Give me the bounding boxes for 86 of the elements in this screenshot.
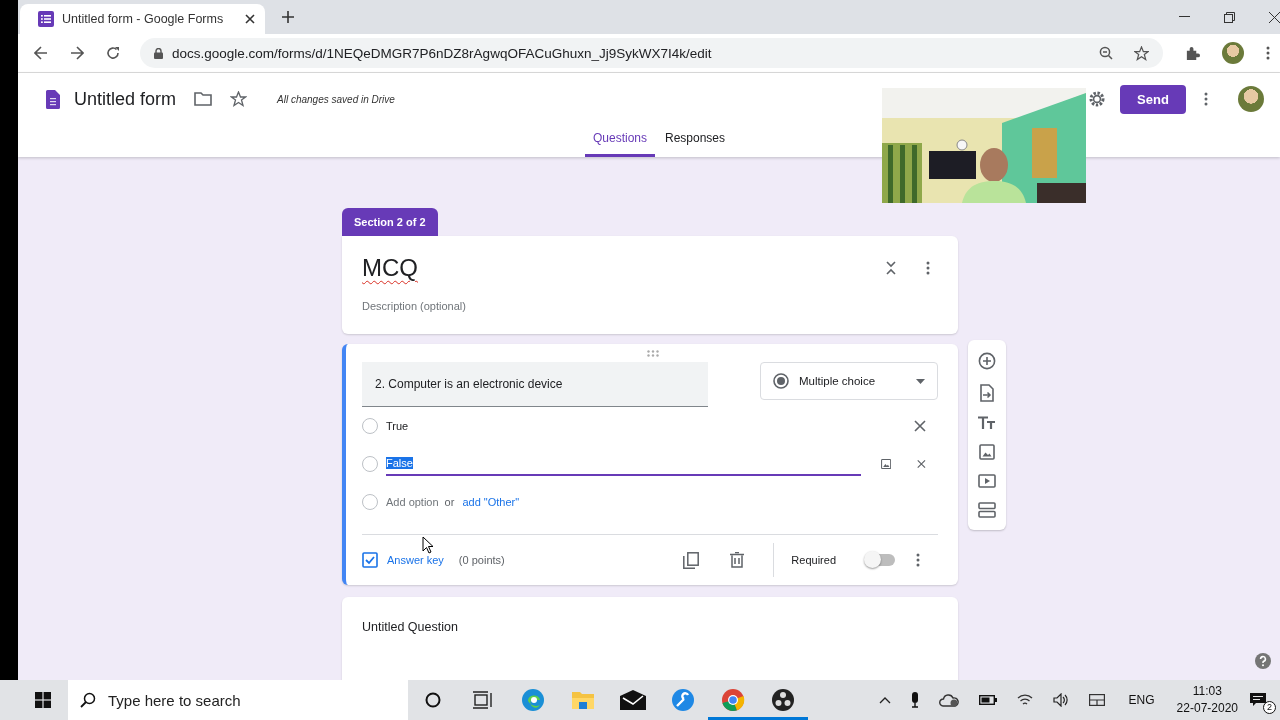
language-indicator[interactable]: ENG xyxy=(1128,693,1155,707)
question-title[interactable]: Untitled Question xyxy=(362,620,458,634)
keyboard-icon[interactable] xyxy=(1088,694,1105,706)
save-status: All changes saved in Drive xyxy=(277,93,395,105)
section-title[interactable]: MCQ xyxy=(362,254,418,282)
forms-icon[interactable] xyxy=(46,89,60,109)
chrome-icon xyxy=(721,688,745,712)
menu-icon[interactable] xyxy=(1266,46,1270,60)
checkbox-icon[interactable] xyxy=(362,552,378,568)
or-text: or xyxy=(444,496,455,508)
folder-icon[interactable] xyxy=(194,92,213,106)
drag-handle-icon[interactable] xyxy=(647,350,659,357)
option-field[interactable]: False xyxy=(386,452,861,476)
add-option-field[interactable]: Add option xyxy=(386,496,439,508)
add-other-link[interactable]: add "Other" xyxy=(462,496,520,508)
forms-icon xyxy=(38,11,54,27)
account-avatar[interactable] xyxy=(1238,86,1264,112)
more-icon[interactable] xyxy=(1204,92,1208,106)
section-icon[interactable] xyxy=(978,502,996,518)
section-badge: Section 2 of 2 xyxy=(342,208,438,236)
clock[interactable]: 11:03 22-07-2020 xyxy=(1176,683,1238,717)
search-icon xyxy=(80,692,96,708)
address-bar[interactable]: docs.google.com/forms/d/1NEQeDMGR7P6nDZ8rAgwqOFACuGhuxn_Jj9SykWX7I4k/edit xyxy=(140,38,1163,68)
answer-key-link[interactable]: Answer key xyxy=(387,554,444,566)
form-title[interactable]: Untitled form xyxy=(74,88,177,110)
remove-icon[interactable] xyxy=(914,420,926,432)
url-text: docs.google.com/forms/d/1NEQeDMGR7P6nDZ8rAgwqOFACuGhuxn_Jj9SykWX7I4k/edit xyxy=(172,45,712,61)
option-field[interactable]: True xyxy=(386,415,888,437)
wifi-icon[interactable] xyxy=(1016,693,1033,707)
remove-icon[interactable] xyxy=(917,458,926,470)
windows-logo-icon[interactable] xyxy=(35,692,51,708)
close-icon[interactable] xyxy=(245,14,255,24)
task-view-icon xyxy=(473,691,493,709)
copy-icon[interactable] xyxy=(683,551,700,569)
help-icon[interactable] xyxy=(1255,653,1271,669)
more-icon[interactable] xyxy=(916,553,920,567)
video-icon[interactable] xyxy=(978,474,996,488)
form-tab[interactable]: Questions xyxy=(584,125,655,157)
cursor-icon xyxy=(422,536,434,554)
add-icon[interactable] xyxy=(978,352,996,370)
close-icon[interactable] xyxy=(1269,11,1280,23)
minimize-icon[interactable] xyxy=(1179,16,1190,18)
profile-avatar[interactable] xyxy=(1222,42,1244,64)
form-tab[interactable]: Responses xyxy=(657,125,734,157)
question-field[interactable]: 2. Computer is an electronic device xyxy=(362,362,708,407)
envelope-icon xyxy=(620,690,646,710)
collapse-icon[interactable] xyxy=(886,261,896,275)
import-icon[interactable] xyxy=(980,384,994,402)
star-icon[interactable] xyxy=(1134,45,1149,61)
circle-icon xyxy=(425,692,441,708)
new-tab-icon[interactable] xyxy=(282,11,294,23)
points-text: (0 points) xyxy=(458,554,505,566)
radio-icon xyxy=(773,373,789,389)
swirl-icon xyxy=(521,688,545,712)
forward-icon[interactable] xyxy=(70,46,84,60)
wrench-icon xyxy=(671,688,695,712)
more-icon[interactable] xyxy=(926,261,930,275)
title-icon[interactable] xyxy=(978,416,996,430)
image-icon[interactable] xyxy=(979,444,995,460)
settings-icon[interactable] xyxy=(1088,90,1106,108)
tab-title: Untitled form - Google Forms xyxy=(62,12,225,26)
lock-icon xyxy=(154,47,163,59)
required-label: Required xyxy=(791,554,836,566)
battery-icon[interactable] xyxy=(978,695,997,705)
delete-icon[interactable] xyxy=(730,552,745,568)
description-field[interactable]: Description (optional) xyxy=(362,300,938,312)
taskbar-search-field[interactable]: Type here to search xyxy=(68,680,408,720)
chevron-up-icon[interactable] xyxy=(878,696,891,704)
volume-icon[interactable] xyxy=(1052,693,1069,707)
reload-icon[interactable] xyxy=(106,46,120,60)
notifications-button[interactable]: 2 xyxy=(1250,688,1274,712)
star-icon[interactable] xyxy=(230,91,248,107)
send-button[interactable]: Send xyxy=(1120,84,1186,114)
image-icon[interactable] xyxy=(881,457,892,471)
puzzle-icon[interactable] xyxy=(1185,45,1200,61)
browser-tab[interactable]: Untitled form - Google Forms xyxy=(20,4,265,34)
required-toggle[interactable] xyxy=(867,554,895,566)
folder-icon xyxy=(571,690,595,710)
restore-icon[interactable] xyxy=(1224,11,1235,23)
zoom-out-icon[interactable] xyxy=(1099,46,1113,60)
question-type-dropdown[interactable]: Multiple choice xyxy=(760,362,938,400)
cloud-icon[interactable] xyxy=(938,693,959,707)
back-icon[interactable] xyxy=(34,46,48,60)
microphone-icon[interactable] xyxy=(910,692,919,708)
obs-icon xyxy=(771,688,795,712)
caret-icon xyxy=(916,378,925,384)
